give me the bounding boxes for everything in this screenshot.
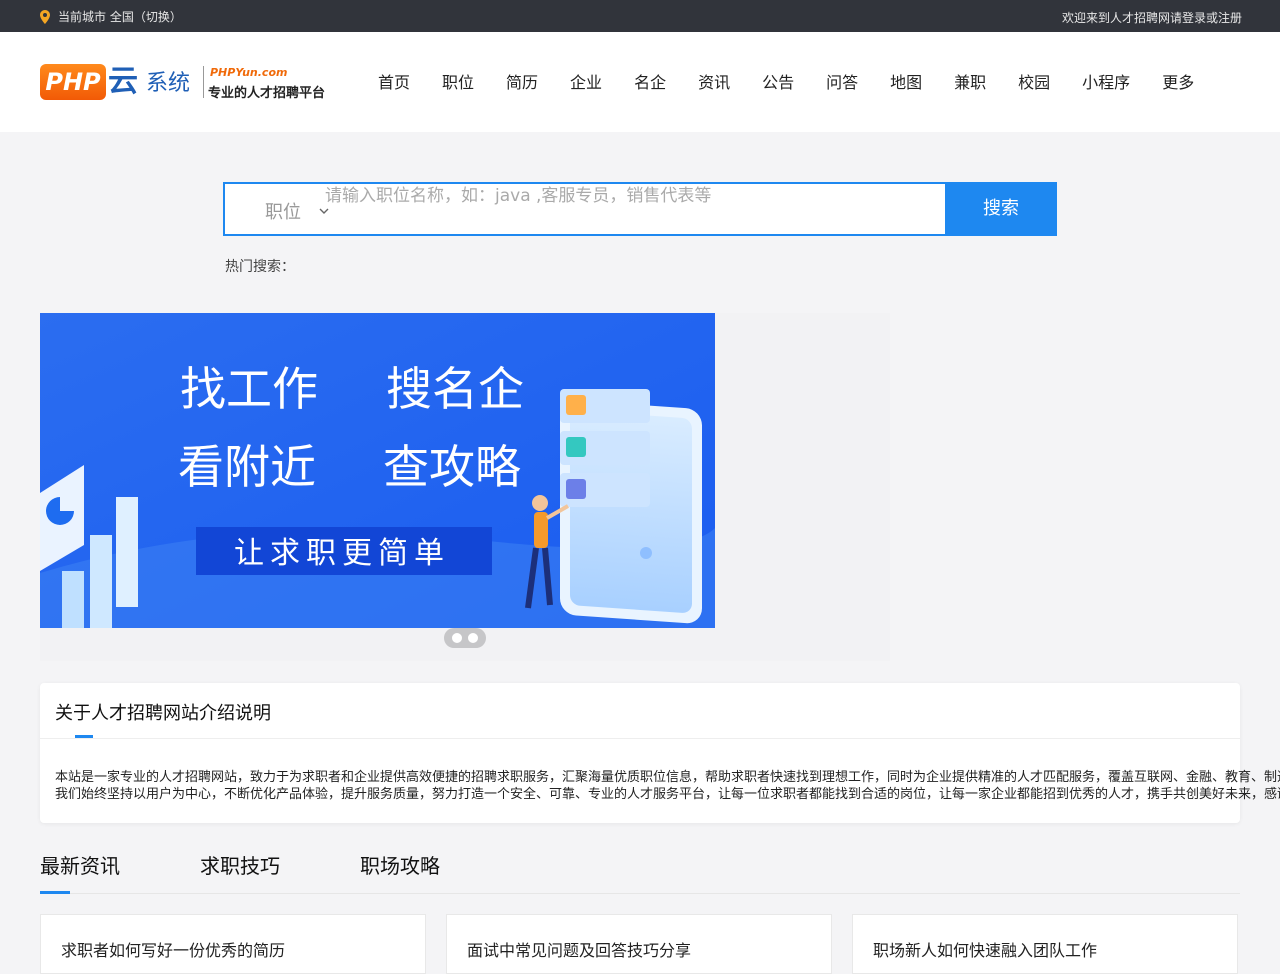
- article-card[interactable]: 求职者如何写好一份优秀的简历: [40, 914, 426, 974]
- banner-line1-right: 搜名企: [386, 362, 524, 416]
- tab-latest-news[interactable]: 最新资讯: [40, 850, 120, 879]
- intro-card: 关于人才招聘网站介绍说明 本站是一家专业的人才招聘网站，致力于为求职者和企业提供…: [40, 683, 1280, 823]
- nav-item-news[interactable]: 资讯: [698, 72, 730, 94]
- nav-item-campus[interactable]: 校园: [1018, 72, 1050, 94]
- banner-line1-left: 找工作: [180, 362, 318, 416]
- header: PHP 云 系统 PHPYun.com 专业的人才招聘平台 首页 职位 简历 企…: [0, 32, 1280, 132]
- location-switch[interactable]: 当前城市 全国（切换）: [40, 8, 182, 25]
- hot-search-label: 热门搜索：: [225, 259, 295, 275]
- nav-item-map[interactable]: 地图: [890, 72, 922, 94]
- intro-line-1: 本站是一家专业的人才招聘网站，致力于为求职者和企业提供高效便捷的招聘求职服务，汇…: [55, 770, 1280, 785]
- intro-title: 关于人才招聘网站介绍说明: [55, 703, 271, 724]
- nav-item-more[interactable]: 更多: [1162, 72, 1194, 94]
- banner-illustration: 找工作 搜名企 看附近 查攻略 让求职更简单: [40, 313, 715, 628]
- search-input[interactable]: [325, 184, 945, 208]
- logo-php: PHP: [40, 64, 106, 100]
- nav-item-parttime[interactable]: 兼职: [954, 72, 986, 94]
- main-nav: 首页 职位 简历 企业 名企 资讯 公告 问答 地图 兼职 校园 小程序 更多: [378, 72, 1226, 94]
- search-box: 职位 搜索: [223, 182, 1057, 236]
- article-card-title: 职场新人如何快速融入团队工作: [873, 941, 1098, 960]
- banner-line2-left: 看附近: [178, 440, 316, 494]
- search-button[interactable]: 搜索: [945, 182, 1057, 236]
- nav-item-miniapp[interactable]: 小程序: [1082, 72, 1130, 94]
- logo-divider: [203, 66, 204, 98]
- search-type-label: 职位: [265, 202, 301, 223]
- carousel-dot-2[interactable]: [468, 633, 478, 643]
- nav-item-home[interactable]: 首页: [378, 72, 410, 94]
- site-logo[interactable]: PHP 云 系统 PHPYun.com 专业的人才招聘平台: [40, 62, 340, 106]
- nav-item-resumes[interactable]: 简历: [506, 72, 538, 94]
- logo-yun: 云: [108, 64, 138, 99]
- tab-job-tips[interactable]: 求职技巧: [200, 850, 280, 879]
- intro-divider: [40, 738, 1240, 739]
- tab-workplace-guide[interactable]: 职场攻略: [360, 850, 440, 879]
- nav-item-jobs[interactable]: 职位: [442, 72, 474, 94]
- location-text: 当前城市 全国（切换）: [58, 10, 182, 24]
- search-type-select[interactable]: 职位: [265, 198, 329, 224]
- nav-item-famous[interactable]: 名企: [634, 72, 666, 94]
- banner-area: 找工作 搜名企 看附近 查攻略 让求职更简单: [40, 313, 890, 661]
- article-card[interactable]: 面试中常见问题及回答技巧分享: [446, 914, 832, 974]
- logo-slogan: 专业的人才招聘平台: [208, 86, 326, 101]
- top-bar: 当前城市 全国（切换） 欢迎来到人才招聘网请登录或注册: [0, 0, 1280, 32]
- nav-item-qa[interactable]: 问答: [826, 72, 858, 94]
- content-tabs: 最新资讯 求职技巧 职场攻略: [40, 850, 1240, 894]
- nav-item-notice[interactable]: 公告: [762, 72, 794, 94]
- intro-body: 本站是一家专业的人才招聘网站，致力于为求职者和企业提供高效便捷的招聘求职服务，汇…: [55, 769, 1280, 803]
- article-card-title: 面试中常见问题及回答技巧分享: [467, 941, 692, 960]
- location-pin-icon: [40, 9, 50, 24]
- intro-line-2: 我们始终坚持以用户为中心，不断优化产品体验，提升服务质量，努力打造一个安全、可靠…: [55, 787, 1280, 802]
- banner-slide[interactable]: 找工作 搜名企 看附近 查攻略 让求职更简单: [40, 313, 715, 628]
- logo-site: PHPYun.com: [210, 66, 288, 79]
- nav-item-companies[interactable]: 企业: [570, 72, 602, 94]
- login-register-link[interactable]: 欢迎来到人才招聘网请登录或注册: [1062, 9, 1242, 26]
- banner-tagline: 让求职更简单: [234, 536, 450, 571]
- article-card-title: 求职者如何写好一份优秀的简历: [61, 941, 286, 960]
- banner-line2-right: 查攻略: [383, 440, 521, 494]
- article-card[interactable]: 职场新人如何快速融入团队工作: [852, 914, 1238, 974]
- carousel-dot-1[interactable]: [452, 633, 462, 643]
- logo-sys: 系统: [146, 71, 191, 96]
- active-tab-indicator: [40, 891, 70, 894]
- carousel-dots: [444, 628, 486, 648]
